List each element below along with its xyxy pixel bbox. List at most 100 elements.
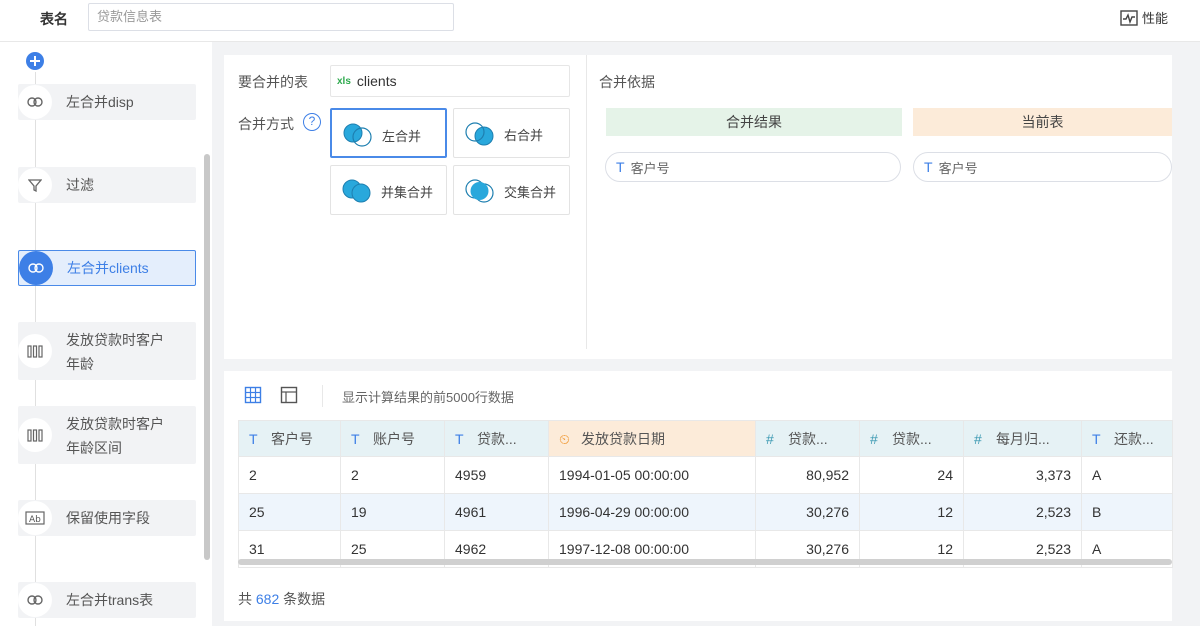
intersect-merge-button[interactable]: 交集合并 bbox=[453, 165, 570, 215]
mode-label: 右合并 bbox=[504, 128, 544, 143]
union-merge-button[interactable]: 并集合并 bbox=[330, 165, 447, 215]
current-table-header: 当前表 bbox=[913, 108, 1172, 136]
left-merge-button[interactable]: 左合并 bbox=[330, 108, 447, 158]
link-icon bbox=[18, 85, 52, 119]
step-sidebar: 左合并disp 过滤 左合并clients 发放贷款时客户 年龄 发放贷款时客户… bbox=[0, 42, 212, 626]
text-type-icon: T bbox=[1092, 430, 1101, 447]
result-hint: 显示计算结果的前5000行数据 bbox=[342, 390, 514, 405]
step-left-merge-clients[interactable]: 左合并clients bbox=[18, 250, 196, 286]
svg-text:Ab: Ab bbox=[29, 515, 41, 525]
merge-mode-label: 合并方式 bbox=[238, 116, 294, 132]
step-loan-age-range[interactable]: 发放贷款时客户 年龄区间 bbox=[18, 406, 196, 464]
table-cell: 2,523 bbox=[963, 493, 1082, 531]
right-merge-icon bbox=[465, 122, 494, 146]
result-panel: 显示计算结果的前5000行数据 T 客户号 T 账户号 T 贷款... ⏲ 发放贷款日期… bbox=[224, 371, 1173, 621]
performance-button[interactable]: 性能 bbox=[1120, 8, 1168, 27]
table-cell: 1994-01-05 00:00:00 bbox=[548, 456, 756, 494]
result-key-field[interactable]: T 客户号 bbox=[605, 152, 901, 182]
step-left-merge-disp[interactable]: 左合并disp bbox=[18, 84, 196, 120]
column-header[interactable]: T 贷款... bbox=[444, 420, 549, 457]
column-header[interactable]: T 账户号 bbox=[340, 420, 445, 457]
merge-table-select[interactable]: xls clients bbox=[330, 65, 570, 97]
top-bar: 表名 贷款信息表 性能 bbox=[0, 0, 1200, 42]
table-cell: 4961 bbox=[444, 493, 549, 531]
table-cell: 2 bbox=[340, 456, 445, 494]
merge-config-panel: 要合并的表 xls clients 合并方式 ? 左合并 右合并 并集合并 交集 bbox=[224, 55, 1172, 359]
excel-file-icon: xls bbox=[337, 75, 351, 87]
merge-result-header: 合并结果 bbox=[606, 108, 902, 136]
result-table: T 客户号 T 账户号 T 贷款... ⏲ 发放贷款日期 # 贷款... # 贷款... #… bbox=[238, 420, 1173, 568]
column-label: 贷款... bbox=[892, 430, 932, 447]
merge-table-label: 要合并的表 bbox=[238, 74, 308, 90]
toolbar-separator bbox=[322, 385, 323, 407]
step-label: 过滤 bbox=[66, 177, 94, 193]
column-label: 贷款... bbox=[788, 430, 828, 447]
text-type-icon: T bbox=[249, 430, 258, 447]
table-horizontal-scrollbar[interactable] bbox=[238, 559, 1172, 565]
step-label-line2: 年龄 bbox=[66, 356, 94, 372]
help-icon[interactable]: ? bbox=[303, 113, 321, 131]
table-cell: 12 bbox=[859, 493, 964, 531]
mode-label: 左合并 bbox=[382, 129, 422, 144]
step-label: 左合并disp bbox=[66, 94, 134, 110]
table-cell: A bbox=[1081, 456, 1173, 494]
step-label: 左合并trans表 bbox=[66, 592, 154, 608]
step-keep-fields[interactable]: Ab 保留使用字段 bbox=[18, 500, 196, 536]
table-cell: 19 bbox=[340, 493, 445, 531]
text-type-icon: T bbox=[455, 430, 464, 447]
link-icon bbox=[18, 583, 52, 617]
text-type-icon: T bbox=[924, 159, 933, 175]
table-name-label: 表名 bbox=[40, 11, 68, 27]
column-header[interactable]: # 每月归... bbox=[963, 420, 1082, 457]
number-type-icon: # bbox=[766, 430, 774, 447]
column-label: 发放贷款日期 bbox=[581, 430, 665, 447]
left-merge-icon bbox=[343, 123, 372, 147]
mode-label: 交集合并 bbox=[504, 185, 557, 200]
add-step-button[interactable] bbox=[26, 52, 44, 70]
ab-icon: Ab bbox=[18, 501, 52, 535]
filter-icon bbox=[18, 168, 52, 202]
merge-basis-label: 合并依据 bbox=[599, 74, 655, 90]
step-left-merge-trans[interactable]: 左合并trans表 bbox=[18, 582, 196, 618]
clock-icon: ⏲ bbox=[559, 430, 570, 447]
column-label: 还款... bbox=[1114, 430, 1154, 447]
step-label: 左合并clients bbox=[67, 260, 149, 276]
union-merge-icon bbox=[342, 179, 371, 203]
column-header[interactable]: # 贷款... bbox=[755, 420, 860, 457]
column-header[interactable]: T 还款... bbox=[1081, 420, 1173, 457]
table-cell: B bbox=[1081, 493, 1173, 531]
step-label: 保留使用字段 bbox=[66, 510, 150, 526]
field-label: 客户号 bbox=[630, 160, 670, 176]
table-row: 25 19 4961 1996-04-29 00:00:00 30,276 12… bbox=[238, 493, 1173, 531]
column-icon bbox=[18, 418, 52, 452]
text-type-icon: T bbox=[351, 430, 360, 447]
performance-icon bbox=[1120, 9, 1138, 26]
sidebar-scrollbar[interactable] bbox=[204, 154, 210, 560]
column-label: 贷款... bbox=[477, 430, 517, 447]
mode-label: 并集合并 bbox=[381, 185, 434, 200]
table-view-icon[interactable] bbox=[244, 386, 262, 404]
link-icon bbox=[19, 251, 53, 285]
table-cell: 1996-04-29 00:00:00 bbox=[548, 493, 756, 531]
text-type-icon: T bbox=[616, 159, 625, 175]
current-key-field[interactable]: T 客户号 bbox=[913, 152, 1172, 182]
row-count-prefix: 共 bbox=[238, 591, 252, 607]
column-label: 客户号 bbox=[271, 430, 313, 447]
step-filter[interactable]: 过滤 bbox=[18, 167, 196, 203]
column-icon bbox=[18, 334, 52, 368]
column-header[interactable]: ⏲ 发放贷款日期 bbox=[548, 420, 756, 457]
table-name-input[interactable]: 贷款信息表 bbox=[88, 3, 454, 31]
number-type-icon: # bbox=[870, 430, 878, 447]
config-divider bbox=[586, 55, 587, 349]
step-loan-age[interactable]: 发放贷款时客户 年龄 bbox=[18, 322, 196, 380]
column-label: 每月归... bbox=[996, 430, 1050, 447]
table-row: 2 2 4959 1994-01-05 00:00:00 80,952 24 3… bbox=[238, 456, 1173, 494]
field-view-icon[interactable] bbox=[280, 386, 298, 404]
table-cell: 3,373 bbox=[963, 456, 1082, 494]
table-header-row: T 客户号 T 账户号 T 贷款... ⏲ 发放贷款日期 # 贷款... # 贷款... #… bbox=[238, 420, 1173, 457]
column-header[interactable]: # 贷款... bbox=[859, 420, 964, 457]
right-merge-button[interactable]: 右合并 bbox=[453, 108, 570, 158]
column-header[interactable]: T 客户号 bbox=[238, 420, 341, 457]
table-cell: 24 bbox=[859, 456, 964, 494]
field-label: 客户号 bbox=[938, 160, 978, 176]
